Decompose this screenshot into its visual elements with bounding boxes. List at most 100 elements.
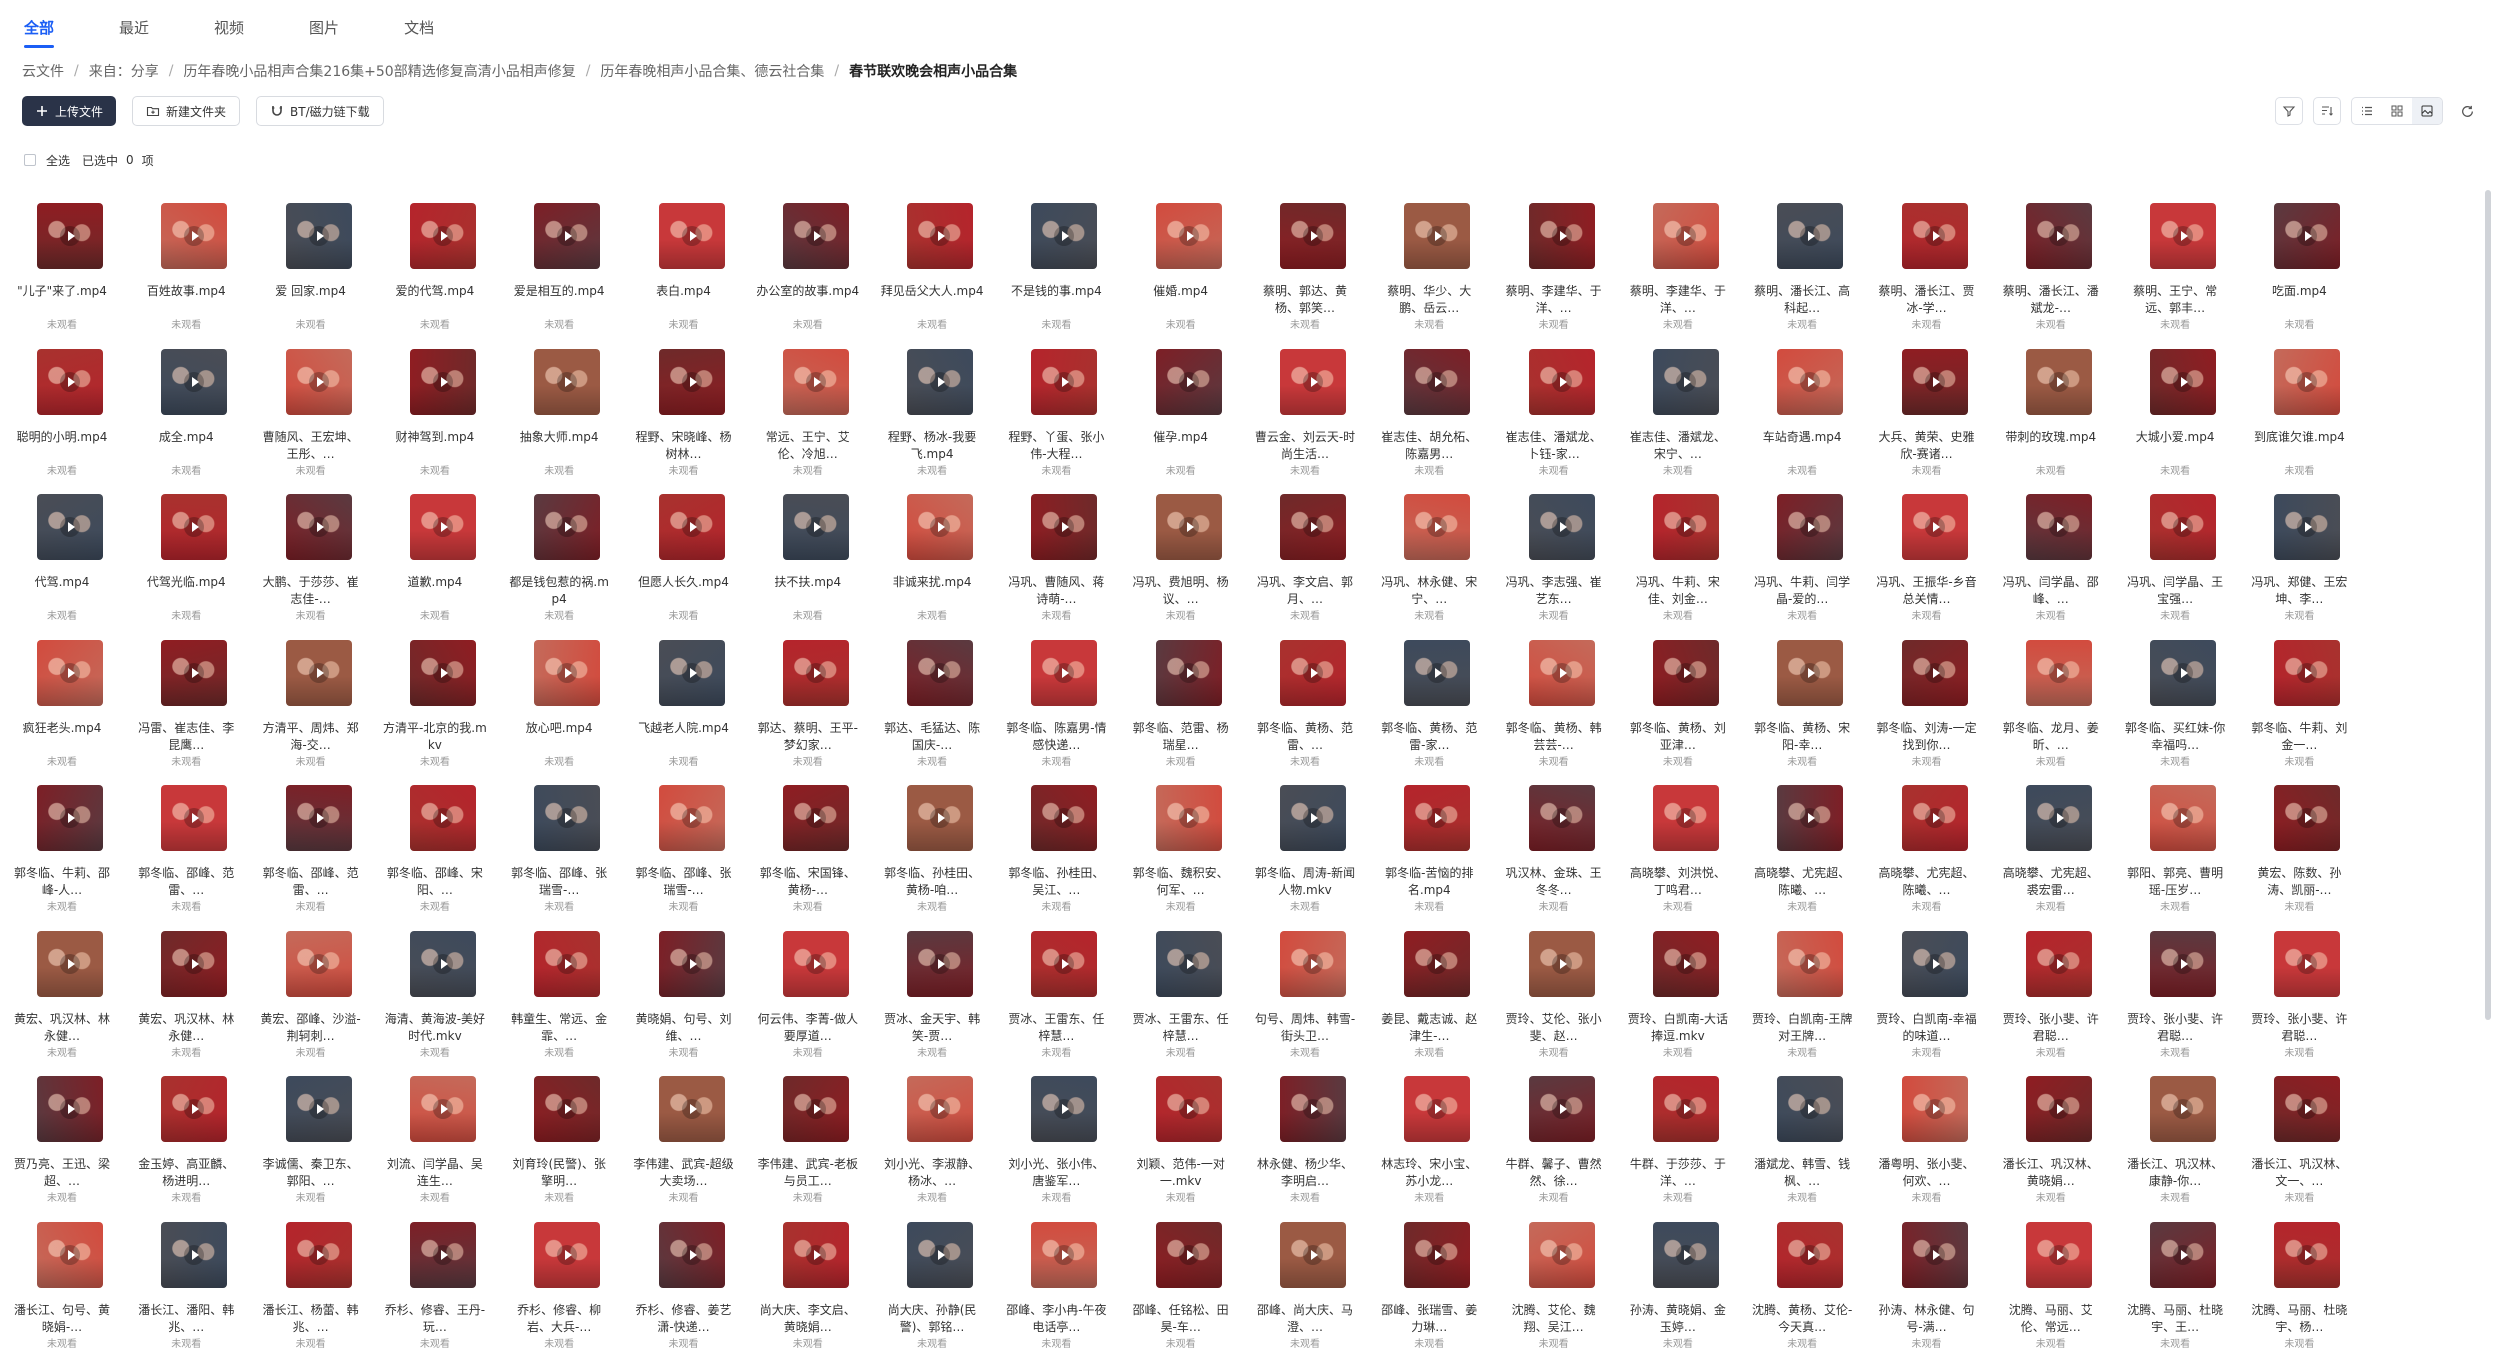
file-tile[interactable]: 潘粤明、张小斐、何欢、… 未观看 [1865,1068,1989,1208]
list-view-button[interactable] [2352,98,2382,124]
file-tile[interactable]: 郭冬临、范雷、杨瑞星… 未观看 [1119,632,1243,772]
file-tile[interactable]: 冯巩、费旭明、杨议、… 未观看 [1119,486,1243,626]
file-tile[interactable]: 贾玲、白凯南-幸福的味道… 未观看 [1865,923,1989,1063]
file-tile[interactable]: 潘长江、巩汉林、文一、… 未观看 [2237,1068,2361,1208]
file-tile[interactable]: 郭冬临、黄杨、范雷、… 未观看 [1243,632,1367,772]
file-tile[interactable]: 带刺的玫瑰.mp4 未观看 [1989,341,2113,481]
file-tile[interactable]: 李伟建、武宾-超级大卖场… 未观看 [622,1068,746,1208]
file-tile[interactable]: 道歉.mp4 未观看 [373,486,497,626]
file-tile[interactable]: 刘小光、李淑静、杨冰、… 未观看 [870,1068,994,1208]
video-thumbnail[interactable] [782,348,849,415]
file-tile[interactable]: 大城小爱.mp4 未观看 [2113,341,2237,481]
video-thumbnail[interactable] [1404,348,1471,415]
file-tile[interactable]: 疯狂老头.mp4 未观看 [0,632,124,772]
file-tile[interactable]: 巩汉林、金珠、王冬冬… 未观看 [1492,777,1616,917]
video-thumbnail[interactable] [907,639,974,706]
file-tile[interactable]: 郭冬临、黄杨、范雷-家… 未观看 [1367,632,1491,772]
video-thumbnail[interactable] [782,639,849,706]
file-tile[interactable]: 潘斌龙、韩雪、钱枫、… 未观看 [1740,1068,1864,1208]
video-thumbnail[interactable] [161,1221,228,1288]
video-thumbnail[interactable] [285,203,352,269]
video-thumbnail[interactable] [2025,494,2092,560]
file-tile[interactable]: 郭冬临、黄杨、刘亚津… 未观看 [1616,632,1740,772]
file-tile[interactable]: 都是钱包惹的祸.mp4 未观看 [497,486,621,626]
file-tile[interactable]: 郭冬临、邵峰、范雷、… 未观看 [249,777,373,917]
file-tile[interactable]: 韩童生、常远、金霏、… 未观看 [497,923,621,1063]
video-thumbnail[interactable] [1901,930,1968,997]
video-thumbnail[interactable] [1777,785,1844,851]
file-tile[interactable]: 乔杉、修睿、柳岩、大兵-… 未观看 [497,1214,621,1354]
file-tile[interactable]: 冯巩、林永健、宋宁、… 未观看 [1367,486,1491,626]
video-thumbnail[interactable] [1280,494,1346,560]
file-tile[interactable]: 冯巩、牛莉、宋佳、刘金… 未观看 [1616,486,1740,626]
file-tile[interactable]: 郭冬临、邵峰、张瑞雪-… 未观看 [622,777,746,917]
video-thumbnail[interactable] [907,348,974,415]
file-tile[interactable]: 高晓攀、尤宪超、陈曦、… 未观看 [1865,777,1989,917]
file-tile[interactable]: 催婚.mp4 未观看 [1119,195,1243,335]
file-tile[interactable]: 代驾.mp4 未观看 [0,486,124,626]
video-thumbnail[interactable] [2025,785,2092,851]
video-thumbnail[interactable] [1901,785,1968,851]
video-thumbnail[interactable] [1404,639,1471,706]
video-thumbnail[interactable] [2274,1076,2341,1142]
file-tile[interactable]: 聪明的小明.mp4 未观看 [0,341,124,481]
file-tile[interactable]: 冯巩、李文启、郭月、… 未观看 [1243,486,1367,626]
video-thumbnail[interactable] [782,1221,849,1288]
file-tile[interactable]: 乔杉、修睿、姜艺潇-快递… 未观看 [622,1214,746,1354]
video-thumbnail[interactable] [782,203,849,269]
video-thumbnail[interactable] [782,785,849,851]
breadcrumb-item[interactable]: 历年春晚小品相声合集216集+50部精选修复高清小品相声修复 [183,61,575,81]
video-thumbnail[interactable] [1901,1076,1968,1142]
sort-button[interactable] [2313,97,2341,125]
video-thumbnail[interactable] [2150,785,2217,851]
video-thumbnail[interactable] [907,785,974,851]
file-tile[interactable]: 冯巩、李志强、崔艺东… 未观看 [1492,486,1616,626]
tab-4[interactable]: 文档 [404,17,434,48]
video-thumbnail[interactable] [409,203,476,269]
video-thumbnail[interactable] [1155,785,1222,851]
file-tile[interactable]: 方清平-北京的我.mkv 未观看 [373,632,497,772]
video-thumbnail[interactable] [1528,639,1595,706]
tab-2[interactable]: 视频 [214,17,244,48]
video-thumbnail[interactable] [782,1076,849,1142]
video-thumbnail[interactable] [285,930,352,997]
new-folder-button[interactable]: 新建文件夹 [132,96,241,126]
video-thumbnail[interactable] [534,348,601,415]
video-thumbnail[interactable] [658,930,725,997]
file-tile[interactable]: 刘颖、范伟-一对一.mkv 未观看 [1119,1068,1243,1208]
file-tile[interactable]: 蔡明、郭达、黄杨、郭笑… 未观看 [1243,195,1367,335]
video-thumbnail[interactable] [1031,203,1098,269]
video-thumbnail[interactable] [1652,1076,1719,1142]
breadcrumb-item[interactable]: 春节联欢晚会相声小品合集 [849,61,1017,81]
video-thumbnail[interactable] [161,639,228,706]
video-thumbnail[interactable] [534,1076,601,1142]
video-thumbnail[interactable] [1528,1221,1595,1288]
video-thumbnail[interactable] [409,494,476,560]
video-thumbnail[interactable] [2150,348,2217,415]
video-thumbnail[interactable] [1031,494,1098,560]
file-tile[interactable]: 崔志佳、胡允柘、陈嘉男… 未观看 [1367,341,1491,481]
video-thumbnail[interactable] [409,785,476,851]
file-tile[interactable]: 郭冬临、黄杨、韩芸芸-… 未观看 [1492,632,1616,772]
file-tile[interactable]: 财神驾到.mp4 未观看 [373,341,497,481]
file-tile[interactable]: 郭冬临-苦恼的排名.mp4 未观看 [1367,777,1491,917]
file-tile[interactable]: 非诚来扰.mp4 未观看 [870,486,994,626]
video-thumbnail[interactable] [1528,348,1595,415]
file-tile[interactable]: 大鹏、于莎莎、崔志佳-… 未观看 [249,486,373,626]
video-thumbnail[interactable] [782,930,849,997]
file-tile[interactable]: 贾玲、张小斐、许君聪… 未观看 [2237,923,2361,1063]
video-thumbnail[interactable] [409,930,476,997]
video-thumbnail[interactable] [1528,203,1595,269]
file-tile[interactable]: 放心吧.mp4 未观看 [497,632,621,772]
video-thumbnail[interactable] [658,494,725,560]
file-tile[interactable]: 邵峰、尚大庆、马澄、… 未观看 [1243,1214,1367,1354]
video-thumbnail[interactable] [658,348,725,415]
video-thumbnail[interactable] [1777,639,1844,706]
file-tile[interactable]: 冯雷、崔志佳、李昆鹰… 未观看 [124,632,248,772]
video-thumbnail[interactable] [1155,1076,1222,1142]
video-thumbnail[interactable] [1155,203,1222,269]
file-tile[interactable]: 冯巩、曹随风、蒋诗萌-… 未观看 [994,486,1118,626]
file-tile[interactable]: 姜昆、戴志诚、赵津生-… 未观看 [1367,923,1491,1063]
video-thumbnail[interactable] [1901,348,1968,415]
file-tile[interactable]: 黄宏、巩汉林、林永健… 未观看 [0,923,124,1063]
